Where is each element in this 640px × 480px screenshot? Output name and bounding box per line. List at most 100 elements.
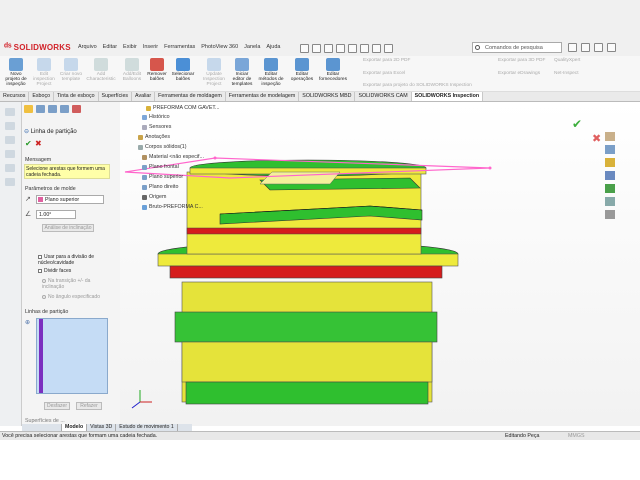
plane-handle[interactable] <box>213 156 217 160</box>
confirm-corner-icon[interactable]: ✔ <box>572 117 582 131</box>
menu-editar[interactable]: Editar <box>103 44 117 54</box>
export-excel[interactable]: Exportar para Excel <box>363 71 405 76</box>
graphics-area[interactable]: ✔ ✖ <box>120 102 640 426</box>
use-for-split-checkbox[interactable] <box>38 254 42 259</box>
library-icon[interactable] <box>605 145 615 154</box>
direction-arrow-icon[interactable]: ↗ <box>25 195 31 203</box>
edit-inspection-methods-button[interactable]: Editar métodos de inspeção <box>257 58 285 92</box>
tab-moldagem[interactable]: Ferramentas de moldagem <box>155 92 226 101</box>
menu-arquivo[interactable]: Arquivo <box>78 44 97 54</box>
tab-recursos[interactable]: Recursos <box>0 92 30 101</box>
tab-esboco[interactable]: Esboço <box>29 92 55 101</box>
tab-cam[interactable]: SOLIDWORKS CAM <box>355 92 412 101</box>
tree-item-material[interactable]: Material <não especif... <box>142 154 204 160</box>
status-units[interactable]: MMGS <box>568 433 584 439</box>
select-icon[interactable] <box>360 43 369 53</box>
export-3d-pdf[interactable]: Exportar para 3D PDF <box>498 58 545 63</box>
display-manager-icon[interactable] <box>72 105 81 113</box>
export-sw-inspection[interactable]: Exportar para projeto do SOLIDWORKS Insp… <box>363 83 472 88</box>
ok-button[interactable]: ✔ <box>25 139 32 148</box>
tree-item-plano-frontal[interactable]: Plano frontal <box>142 164 179 170</box>
explorer-icon[interactable] <box>605 158 615 167</box>
qualityxpert[interactable]: QualityXpert <box>554 58 580 63</box>
tree-item-bruto[interactable]: Bruto-PREFORMA C... <box>142 204 203 210</box>
maximize-icon[interactable] <box>594 43 603 52</box>
tree-item-sensores[interactable]: Sensores <box>142 124 171 130</box>
export-2d-pdf[interactable]: Exportar para 2D PDF <box>363 58 410 63</box>
tree-item-anotacoes[interactable]: Anotações <box>138 134 170 140</box>
redo-button[interactable]: Refazer <box>76 402 102 410</box>
property-icon[interactable] <box>5 122 15 130</box>
tab-scroll[interactable] <box>22 424 62 431</box>
cancel-button[interactable]: ✖ <box>35 139 42 148</box>
cam-icon[interactable] <box>5 178 15 186</box>
custom-properties-icon[interactable] <box>605 197 615 206</box>
remove-balloons-button[interactable]: Remover balões <box>146 58 168 92</box>
print-icon[interactable] <box>336 43 345 53</box>
tab-modelo[interactable]: Modelo <box>62 424 88 431</box>
tab-superficies[interactable]: Superfícies <box>99 92 133 101</box>
forum-icon[interactable] <box>605 210 615 219</box>
tree-item-origem[interactable]: Origem <box>142 194 166 200</box>
tab-mbd[interactable]: SOLIDWORKS MBD <box>299 92 356 101</box>
feature-tree-icon[interactable] <box>5 108 15 116</box>
menu-exibir[interactable]: Exibir <box>123 44 137 54</box>
use-for-split-option[interactable]: Usar para a divisão de núcleo/cavidade <box>38 254 110 266</box>
plane-handle[interactable] <box>488 166 492 170</box>
tree-item-plano-direito[interactable]: Plano direito <box>142 184 178 190</box>
tab-tinta[interactable]: Tinta de esboço <box>54 92 99 101</box>
create-template-button[interactable]: Criar novo template <box>59 58 83 92</box>
search-input[interactable]: Comandos de pesquisa <box>472 42 562 53</box>
appearances-icon[interactable] <box>605 184 615 193</box>
at-transition-option[interactable]: Na transição +/- da inclinação <box>42 278 112 290</box>
rebuild-icon[interactable] <box>372 43 381 53</box>
view-palette-icon[interactable] <box>605 171 615 180</box>
display-icon[interactable] <box>5 164 15 172</box>
tab-inspection[interactable]: SOLIDWORKS Inspection <box>411 92 484 101</box>
save-icon[interactable] <box>324 43 333 53</box>
tree-item-plano-superior[interactable]: Plano superior <box>142 174 183 180</box>
edit-suppliers-button[interactable]: Editar fornecedores <box>318 58 348 92</box>
select-balloons-button[interactable]: Selecionar balões <box>170 58 196 92</box>
dim-xpert-icon[interactable] <box>5 150 15 158</box>
template-editor-button[interactable]: Iniciar editor de templates <box>229 58 255 92</box>
configuration-manager-icon[interactable] <box>48 105 57 113</box>
draft-analysis-button[interactable]: Análise de inclinação <box>42 224 94 232</box>
at-angle-radio[interactable] <box>42 294 46 299</box>
menu-ajuda[interactable]: Ajuda <box>266 44 280 54</box>
at-angle-option[interactable]: No ângulo especificado <box>42 294 100 300</box>
edges-selection-list[interactable] <box>36 318 108 394</box>
add-edit-balloons-button[interactable]: Add/Edit Balloons <box>119 58 145 92</box>
tab-avaliar[interactable]: Avaliar <box>132 92 156 101</box>
update-inspection-project-button[interactable]: Update Inspection Project <box>200 58 228 92</box>
undo-button[interactable]: Desfazer <box>44 402 70 410</box>
menu-photoview[interactable]: PhotoView 360 <box>201 44 238 54</box>
new-inspection-project-button[interactable]: Novo projeto de inspeção <box>3 58 29 92</box>
tab-modelagem[interactable]: Ferramentas de modelagem <box>226 92 300 101</box>
property-manager-icon[interactable] <box>36 105 45 113</box>
tree-root[interactable]: PREFORMA COM GAVET... <box>146 105 219 111</box>
options-icon[interactable] <box>384 43 393 53</box>
edit-inspection-project-button[interactable]: Edit inspection Project <box>31 58 57 92</box>
split-faces-checkbox[interactable] <box>38 268 42 273</box>
add-characteristic-button[interactable]: Add Characteristic <box>86 58 116 92</box>
undo-icon[interactable] <box>348 43 357 53</box>
angle-input[interactable]: 1.00° <box>36 210 76 219</box>
menu-ferramentas[interactable]: Ferramentas <box>164 44 195 54</box>
resources-icon[interactable] <box>605 132 615 141</box>
close-icon[interactable] <box>607 43 616 52</box>
open-file-icon[interactable] <box>312 43 321 53</box>
tab-vistas-3d[interactable]: Vistas 3D <box>87 424 117 431</box>
split-faces-option[interactable]: Dividir faces <box>38 268 71 274</box>
minimize-icon[interactable] <box>581 43 590 52</box>
cancel-corner-icon[interactable]: ✖ <box>592 133 601 145</box>
config-icon[interactable] <box>5 136 15 144</box>
tree-item-corpos[interactable]: Corpos sólidos(1) <box>138 144 187 150</box>
feature-manager-icon[interactable] <box>24 105 33 113</box>
dimxpert-manager-icon[interactable] <box>60 105 69 113</box>
help-icon[interactable] <box>568 43 577 52</box>
net-inspect[interactable]: Net-Inspect <box>554 71 579 76</box>
export-edrawings[interactable]: Exportar eDrawings <box>498 71 540 76</box>
menu-janela[interactable]: Janela <box>244 44 260 54</box>
at-transition-radio[interactable] <box>42 278 46 283</box>
